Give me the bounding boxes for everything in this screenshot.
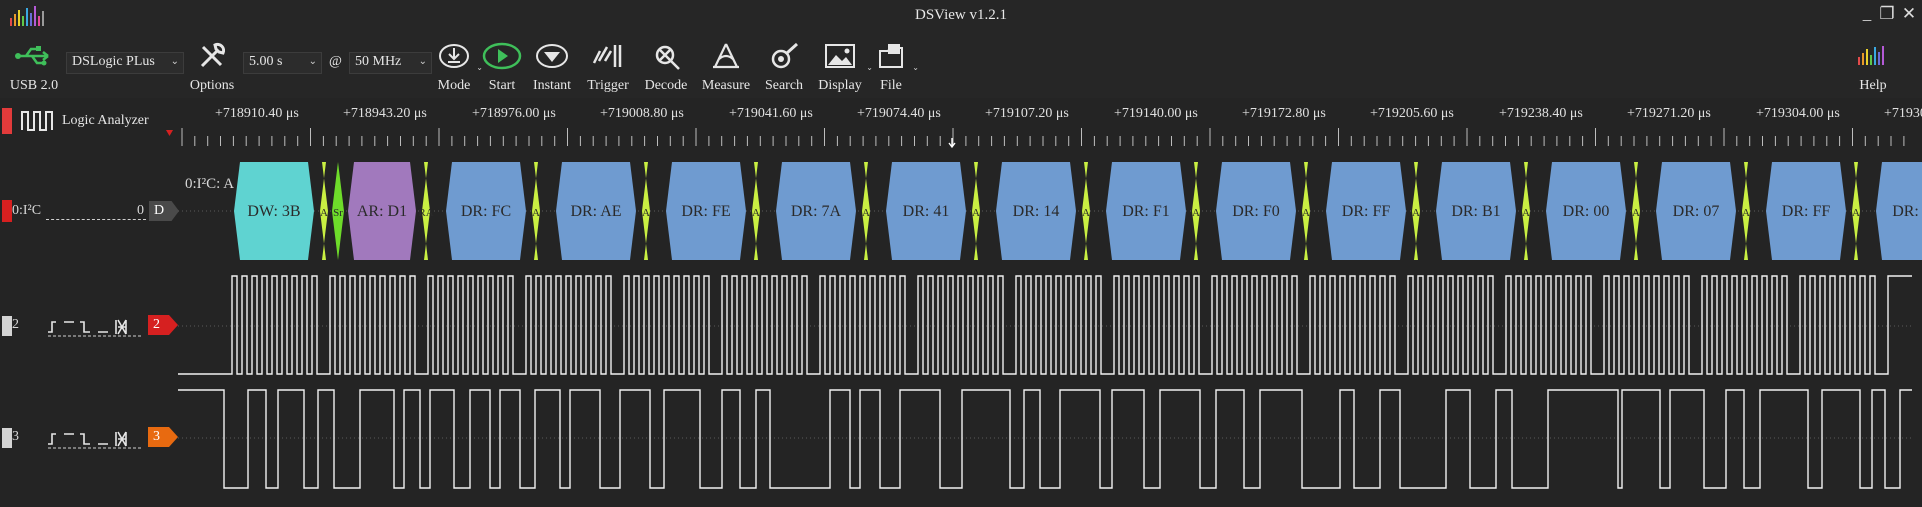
- decode-packet-label: A: [1302, 207, 1310, 219]
- decode-packet-label: A: [1632, 207, 1640, 219]
- decode-packet-label: A: [1522, 207, 1530, 219]
- decode-packet-label: A: [532, 207, 540, 219]
- ruler-start-marker: [166, 130, 173, 136]
- decode-packet-label: A: [862, 207, 870, 219]
- decode-packet-label: DR: FE: [681, 203, 730, 220]
- decode-packet-label: A: [972, 207, 980, 219]
- decode-packet-label: DR: 00: [1563, 203, 1610, 220]
- waveform-area[interactable]: DW: 3B A Sr AR: D1 RA DR: FC A DR: AE A DR: FE A DR…: [0, 0, 1922, 507]
- decode-packet-label: DR: FC: [461, 203, 511, 220]
- decode-packet-label: DR: B1: [1451, 203, 1500, 220]
- decode-packet-label: A: [1192, 207, 1200, 219]
- decode-packet-label: DR: AE: [570, 203, 621, 220]
- decode-packet-label: A: [1742, 207, 1750, 219]
- decode-packet-label: DR: F2: [1892, 203, 1922, 220]
- channel-3-waveform: [178, 389, 1912, 489]
- decode-packet-label: DR: FF: [1342, 203, 1391, 220]
- decode-packet-label: Sr: [333, 207, 343, 219]
- decode-packet-label: DR: FF: [1782, 203, 1831, 220]
- decode-packet-label: DR: 07: [1673, 203, 1720, 220]
- decode-packet-label: DW: 3B: [247, 203, 300, 220]
- decode-packet-label: A: [642, 207, 650, 219]
- decode-packet-label: DR: F1: [1122, 203, 1170, 220]
- decode-packet-label: A: [1412, 207, 1420, 219]
- decode-packet-label: A: [752, 207, 760, 219]
- decode-packet-label: DR: 14: [1013, 203, 1060, 220]
- cursor-marker: [948, 138, 956, 149]
- decode-packet-label: AR: D1: [357, 203, 407, 220]
- decode-packet-label: DR: 7A: [791, 203, 842, 220]
- channel-2-waveform: [178, 275, 1912, 375]
- decode-packet-label: A: [1082, 207, 1090, 219]
- ruler-ticks: [181, 128, 1905, 146]
- decode-packet-label: DR: 41: [903, 203, 950, 220]
- decode-packet-label: DR: F0: [1232, 203, 1280, 220]
- decode-packet-label: A: [1852, 207, 1860, 219]
- decode-packet-label: A: [320, 207, 328, 219]
- decode-packet-label: RA: [418, 207, 433, 219]
